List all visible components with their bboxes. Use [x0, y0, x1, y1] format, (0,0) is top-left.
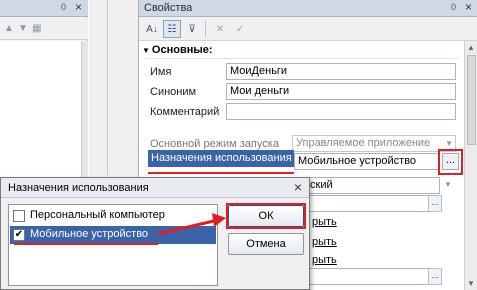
language-field[interactable]: ский [306, 177, 440, 194]
red-box-annotation [438, 149, 463, 175]
group-divider [146, 58, 458, 59]
launch-mode-label: Основной режим запуска [150, 138, 279, 150]
purpose-label[interactable]: Назначения использования [148, 150, 294, 167]
dropdown-arrow-icon[interactable]: ▼ [441, 177, 455, 194]
launch-mode-value: Управляемое приложение [296, 137, 431, 149]
open-link[interactable]: рыть [312, 236, 337, 248]
open-link[interactable]: рыть [312, 216, 337, 228]
close-icon[interactable]: × [294, 179, 302, 195]
left-toolbar: ▲ ▼ ▦ [0, 18, 88, 40]
ellipsis-button[interactable]: ... [428, 195, 442, 212]
dialog-titlebar: Назначения использования × [1, 178, 309, 198]
comment-label: Комментарий [150, 106, 220, 118]
list-item-mobile-device[interactable]: ✔ Мобильное устройство [10, 226, 216, 244]
open-link[interactable]: рыть [312, 254, 337, 266]
name-label: Имя [150, 66, 172, 78]
partial-field[interactable] [306, 195, 430, 212]
move-up-icon[interactable]: ▲ [4, 23, 14, 34]
launch-mode-select: Управляемое приложение ▼ [292, 135, 456, 152]
dialog-title: Назначения использования [8, 182, 149, 194]
purpose-list[interactable]: Персональный компьютер ✔ Мобильное устро… [8, 204, 218, 286]
group-title: Основные: [151, 44, 213, 56]
item-label: Мобильное устройство [30, 228, 149, 240]
partial-field[interactable] [306, 268, 430, 285]
name-field[interactable]: МоиДеньги [226, 63, 456, 80]
list-item-personal-computer[interactable]: Персональный компьютер [10, 207, 216, 225]
item-label: Персональный компьютер [30, 209, 165, 221]
list-icon[interactable]: ▦ [32, 23, 41, 34]
purpose-label-text: Назначения использования [151, 152, 292, 164]
purpose-value-field[interactable]: Мобильное устройство [294, 153, 440, 170]
divider [107, 0, 108, 175]
synonym-field[interactable]: Мои деньги [226, 83, 456, 100]
checkbox-checked[interactable]: ✔ [13, 229, 25, 241]
comment-field[interactable] [226, 103, 456, 120]
cancel-button[interactable]: Отмена [228, 233, 304, 255]
ellipsis-button[interactable]: ... [428, 268, 442, 285]
close-icon[interactable]: × [75, 0, 82, 14]
move-down-icon[interactable]: ▼ [18, 23, 28, 34]
red-underline-annotation [148, 172, 294, 174]
synonym-label: Синоним [150, 86, 197, 98]
ok-button[interactable]: ОК [228, 205, 304, 227]
left-panel-titlebar: 0 × [0, 0, 88, 17]
red-underline-annotation [14, 243, 158, 245]
dropdown-arrow-icon: ▼ [445, 139, 453, 148]
group-header[interactable]: ▼ Основные: [142, 44, 213, 56]
pin-icon[interactable]: 0 [61, 2, 66, 12]
checkbox[interactable] [13, 210, 25, 222]
collapse-triangle-icon[interactable]: ▼ [142, 46, 150, 55]
